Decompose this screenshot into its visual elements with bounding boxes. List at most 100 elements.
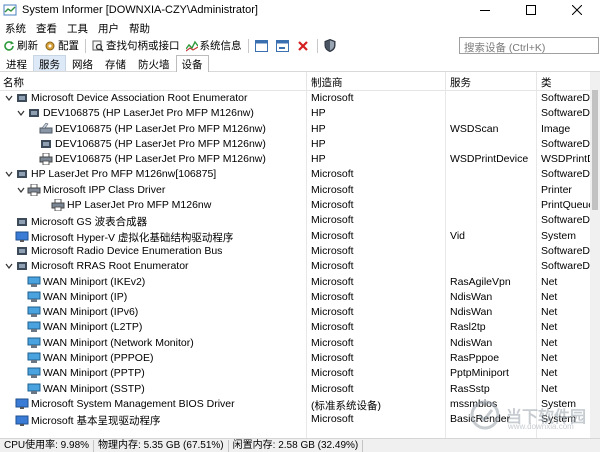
system-information-button[interactable]: 系统信息: [183, 37, 245, 55]
menu-users[interactable]: 用户: [93, 21, 124, 36]
column-class[interactable]: 类: [541, 75, 552, 90]
refresh-button[interactable]: 刷新: [0, 37, 41, 55]
collapse-icon[interactable]: [16, 108, 26, 118]
tree-row[interactable]: HP LaserJet Pro MFP M126nw[106875] Micro…: [0, 167, 590, 182]
tree-row[interactable]: Microsoft Radio Device Enumeration Bus M…: [0, 244, 590, 259]
tab-devices[interactable]: 设备: [175, 55, 209, 72]
menu-bar: 系统 查看 工具 用户 帮助: [0, 20, 600, 36]
title-bar: System Informer [DOWNXIA-CZY\Administrat…: [0, 0, 600, 20]
find-handles-label: 查找句柄或接口: [106, 40, 180, 52]
toolbar-separator: [247, 38, 249, 53]
device-name: WAN Miniport (L2TP): [43, 321, 143, 334]
chip-icon: [15, 216, 29, 228]
device-class: Net: [541, 290, 558, 303]
tree-row[interactable]: WAN Miniport (Network Monitor) Microsoft…: [0, 336, 590, 351]
column-divider[interactable]: [306, 72, 307, 91]
find-handles-button[interactable]: 查找句柄或接口: [89, 37, 183, 55]
collapse-icon[interactable]: [4, 169, 14, 179]
device-manufacturer: Microsoft: [311, 290, 354, 303]
maximize-button[interactable]: [508, 0, 554, 20]
device-class: SoftwareD: [541, 137, 590, 150]
device-class: Printer: [541, 183, 572, 196]
tree-row[interactable]: WAN Miniport (L2TP) Microsoft Rasl2tp Ne…: [0, 320, 590, 335]
device-class: Net: [541, 321, 558, 334]
collapse-icon[interactable]: [4, 261, 14, 271]
search-input[interactable]: 搜索设备 (Ctrl+K): [459, 37, 599, 54]
device-name: HP LaserJet Pro MFP M126nw: [67, 199, 212, 212]
tab-disk[interactable]: 存储: [99, 55, 132, 71]
column-divider[interactable]: [445, 72, 446, 91]
tree-row[interactable]: DEV106875 (HP LaserJet Pro MFP M126nw) H…: [0, 152, 590, 167]
tree-row[interactable]: WAN Miniport (IP) Microsoft NdisWan Net: [0, 290, 590, 305]
cpu-usage: CPU使用率: 9.98%: [0, 439, 95, 452]
device-name: WAN Miniport (PPTP): [43, 367, 145, 380]
column-divider[interactable]: [536, 72, 537, 91]
terminate-button[interactable]: [294, 37, 314, 55]
tab-firewall[interactable]: 防火墙: [132, 55, 176, 71]
column-service[interactable]: 服务: [450, 75, 471, 90]
minimize-button[interactable]: [462, 0, 508, 20]
device-service: RasAgileVpn: [450, 275, 511, 288]
menu-tools[interactable]: 工具: [62, 21, 93, 36]
scrollbar-thumb[interactable]: [592, 90, 598, 210]
device-class: SoftwareD: [541, 168, 590, 181]
device-manufacturer: Microsoft: [311, 367, 354, 380]
menu-view[interactable]: 查看: [31, 21, 62, 36]
device-class: SoftwareD: [541, 244, 590, 257]
menu-system[interactable]: 系统: [0, 21, 31, 36]
tree-row[interactable]: Microsoft Hyper-V 虚拟化基础结构驱动程序 Microsoft …: [0, 229, 590, 244]
tree-row[interactable]: DEV106875 (HP LaserJet Pro MFP M126nw) H…: [0, 137, 590, 152]
chip-icon: [15, 168, 29, 180]
window-minimize-icon: [275, 39, 289, 52]
tab-network[interactable]: 网络: [66, 55, 99, 71]
collapse-icon[interactable]: [4, 93, 14, 103]
tab-services[interactable]: 服务: [33, 55, 66, 71]
device-manufacturer: Microsoft: [311, 321, 354, 334]
network-adapter-icon: [27, 367, 41, 379]
tree-row[interactable]: DEV106875 (HP LaserJet Pro MFP M126nw) H…: [0, 106, 590, 121]
close-icon: [572, 5, 582, 15]
menu-help[interactable]: 帮助: [124, 21, 155, 36]
device-service: Vid: [450, 229, 465, 242]
network-adapter-icon: [27, 337, 41, 349]
device-class: Net: [541, 352, 558, 365]
device-manufacturer: Microsoft: [311, 92, 354, 104]
options-button[interactable]: 配置: [41, 37, 82, 55]
physical-memory: 物理内存: 5.35 GB (67.51%): [94, 439, 229, 452]
close-button[interactable]: [554, 0, 600, 20]
device-manufacturer: Microsoft: [311, 229, 354, 242]
tree-row[interactable]: WAN Miniport (IPv6) Microsoft NdisWan Ne…: [0, 305, 590, 320]
tree-row[interactable]: DEV106875 (HP LaserJet Pro MFP M126nw) H…: [0, 122, 590, 137]
column-manufacturer[interactable]: 制造商: [311, 75, 343, 90]
tree-row[interactable]: HP LaserJet Pro MFP M126nw Microsoft Pri…: [0, 198, 590, 213]
device-class: Net: [541, 367, 558, 380]
tab-bar: 进程 服务 网络 存储 防火墙 设备: [0, 55, 600, 72]
device-manufacturer: HP: [311, 122, 326, 135]
tree-row[interactable]: Microsoft Device Association Root Enumer…: [0, 91, 590, 106]
tree-row[interactable]: WAN Miniport (IKEv2) Microsoft RasAgileV…: [0, 275, 590, 290]
refresh-label: 刷新: [17, 40, 38, 52]
tab-processes[interactable]: 进程: [0, 55, 33, 71]
vertical-scrollbar[interactable]: [590, 72, 600, 440]
device-service: NdisWan: [450, 336, 493, 349]
tree-row[interactable]: WAN Miniport (SSTP) Microsoft RasSstp Ne…: [0, 382, 590, 397]
tree-row[interactable]: WAN Miniport (PPTP) Microsoft PptpMinipo…: [0, 366, 590, 381]
device-manufacturer: HP: [311, 107, 326, 120]
column-name[interactable]: 名称: [3, 75, 24, 90]
computer-icon: [15, 398, 29, 410]
shield-button[interactable]: [321, 37, 341, 55]
tree-row[interactable]: WAN Miniport (PPPOE) Microsoft RasPppoe …: [0, 351, 590, 366]
chip-icon: [39, 138, 53, 150]
hide-window-button[interactable]: [273, 37, 294, 55]
device-name: Microsoft 基本呈现驱动程序: [31, 415, 161, 428]
network-adapter-icon: [27, 352, 41, 364]
tree-row[interactable]: Microsoft GS 波表合成器 Microsoft SoftwareD: [0, 213, 590, 228]
device-class: SoftwareD: [541, 214, 590, 227]
maximize-icon: [526, 5, 536, 15]
printer-icon: [51, 198, 65, 212]
collapse-icon[interactable]: [16, 185, 26, 195]
tree-row[interactable]: Microsoft IPP Class Driver Microsoft Pri…: [0, 183, 590, 198]
show-window-button[interactable]: [252, 37, 273, 55]
tree-row[interactable]: Microsoft RRAS Root Enumerator Microsoft…: [0, 259, 590, 274]
column-header: 名称 制造商 服务 类: [0, 72, 600, 91]
